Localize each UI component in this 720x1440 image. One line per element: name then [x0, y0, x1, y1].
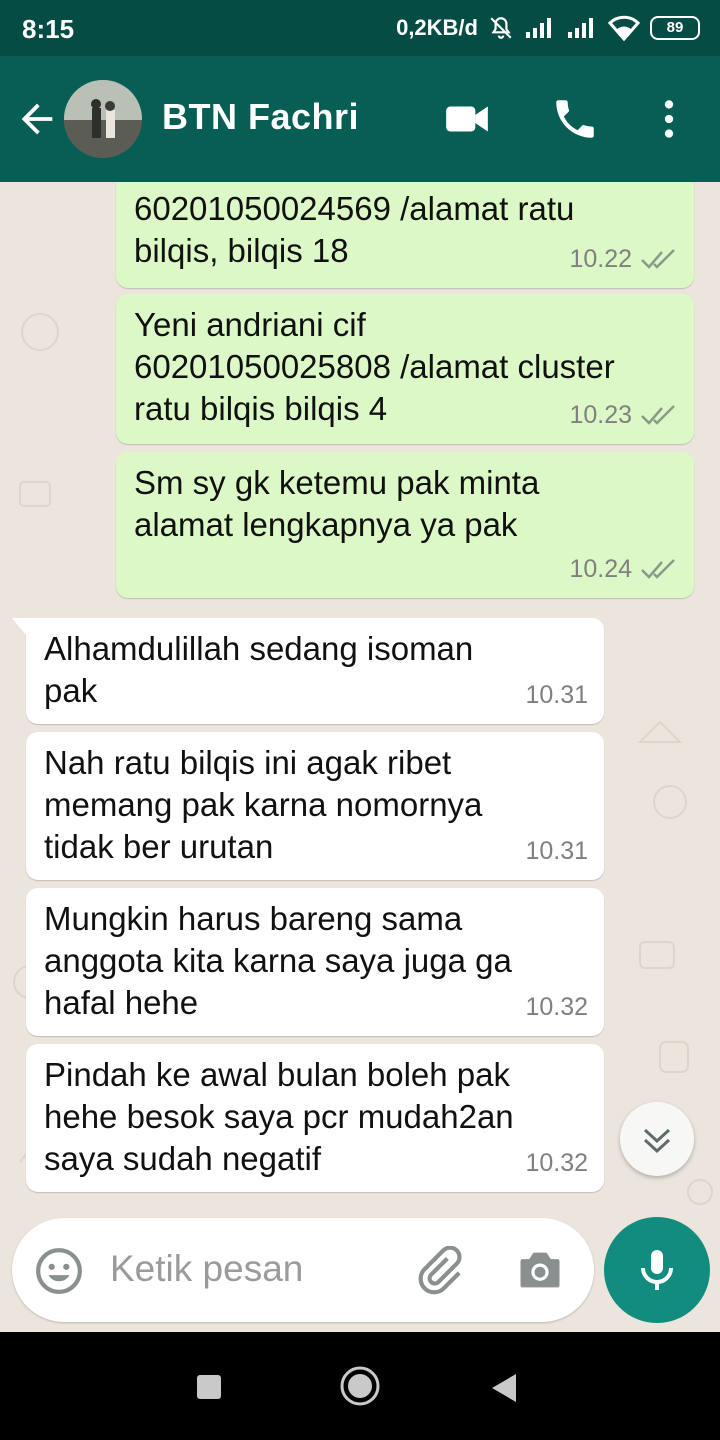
camera-icon[interactable] [512, 1244, 568, 1296]
mute-icon [490, 17, 512, 39]
message-meta: 10.24 [569, 548, 678, 590]
status-bar: 8:15 0,2KB/d 89 [0, 0, 720, 56]
voice-record-button[interactable] [604, 1217, 710, 1323]
message-time: 10.32 [525, 1149, 588, 1177]
message-bubble-outgoing[interactable]: 60201050024569 /alamat ratu bilqis, bilq… [116, 182, 694, 288]
double-check-icon [641, 249, 675, 269]
double-check-icon [641, 405, 675, 425]
message-time: 10.32 [525, 993, 588, 1021]
scroll-to-bottom-button[interactable] [620, 1102, 694, 1176]
signal-icon [526, 18, 551, 38]
emoji-icon[interactable] [34, 1246, 84, 1296]
avatar-photo [64, 80, 142, 158]
contact-name[interactable]: BTN Fachri [162, 96, 359, 138]
chevron-double-down-icon [643, 1128, 671, 1154]
video-call-icon[interactable] [442, 94, 492, 144]
chat-header: BTN Fachri [0, 56, 720, 182]
message-meta: 10.31 [525, 830, 588, 872]
message-time: 10.23 [569, 401, 632, 429]
message-input[interactable]: Ketik pesan [110, 1248, 303, 1290]
message-meta: 10.22 [569, 238, 678, 280]
message-time: 10.24 [569, 555, 632, 583]
message-bubble-outgoing[interactable]: Yeni andriani cif 60201050025808 /alamat… [116, 294, 694, 444]
microphone-icon [641, 1250, 673, 1290]
system-nav-bar [0, 1332, 720, 1440]
message-text: Alhamdulillah sedang isoman pak [44, 630, 474, 709]
message-meta: 10.23 [569, 394, 678, 436]
back-arrow-icon[interactable] [14, 96, 60, 142]
message-text: Nah ratu bilqis ini agak ribet memang pa… [44, 744, 483, 865]
phone-icon[interactable] [550, 94, 600, 144]
status-time: 8:15 [22, 14, 75, 44]
message-text: Mungkin harus bareng sama anggota kita k… [44, 900, 512, 1021]
more-vert-icon[interactable] [644, 94, 694, 144]
message-time: 10.31 [525, 681, 588, 709]
attachment-icon[interactable] [412, 1246, 466, 1296]
message-time: 10.22 [569, 245, 632, 273]
message-meta: 10.32 [525, 1142, 588, 1184]
home-icon[interactable] [338, 1364, 382, 1408]
message-bubble-incoming[interactable]: Mungkin harus bareng sama anggota kita k… [26, 888, 604, 1036]
wifi-icon [608, 15, 640, 41]
message-bubble-incoming[interactable]: Nah ratu bilqis ini agak ribet memang pa… [26, 732, 604, 880]
message-meta: 10.31 [525, 674, 588, 716]
battery-icon: 89 [650, 16, 700, 40]
message-time: 10.31 [525, 837, 588, 865]
bubble-tail [12, 618, 30, 640]
message-bubble-outgoing[interactable]: Sm sy gk ketemu pak minta alamat lengkap… [116, 452, 694, 598]
message-meta: 10.32 [525, 986, 588, 1028]
network-speed: 0,2KB/d [396, 15, 478, 40]
chat-area[interactable]: 60201050024569 /alamat ratu bilqis, bilq… [0, 182, 720, 1218]
message-bubble-incoming[interactable]: Pindah ke awal bulan boleh pak hehe beso… [26, 1044, 604, 1192]
recents-icon[interactable] [196, 1374, 222, 1400]
back-icon[interactable] [490, 1372, 520, 1404]
signal-icon [568, 18, 593, 38]
message-composer: Ketik pesan [12, 1218, 594, 1322]
message-bubble-incoming[interactable]: Alhamdulillah sedang isoman pak 10.31 [12, 618, 604, 724]
message-text: Sm sy gk ketemu pak minta alamat lengkap… [134, 464, 540, 543]
double-check-icon [641, 559, 675, 579]
status-icons: 0,2KB/d 89 [396, 12, 700, 44]
message-text: Pindah ke awal bulan boleh pak hehe beso… [44, 1056, 514, 1177]
avatar[interactable] [64, 80, 142, 158]
